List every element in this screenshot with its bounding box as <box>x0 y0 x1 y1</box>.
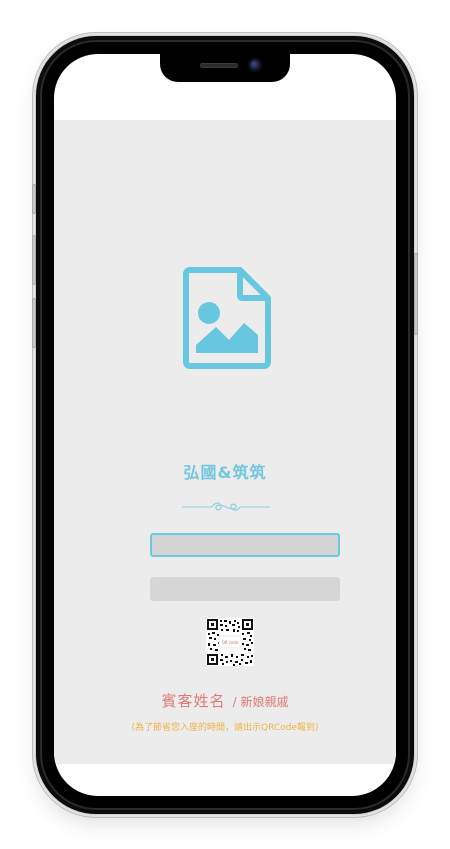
couple-names: 弘國&筑筑 <box>183 463 267 482</box>
phone-screen: 弘國&筑筑 QR code 賓客姓名 / 新娘親戚 (為了節省您入座的時間，請出… <box>54 54 396 796</box>
checkin-qr-code: QR code <box>206 618 254 666</box>
volume-up-button <box>32 235 36 285</box>
qr-center-text: QR code <box>222 640 239 645</box>
image-file-icon <box>183 267 271 369</box>
secondary-input[interactable] <box>150 577 340 601</box>
secondary-input-wrapper <box>150 577 340 601</box>
mute-switch <box>32 184 36 214</box>
guest-subtitle: / 新娘親戚 <box>232 695 289 709</box>
invitation-content: 弘國&筑筑 QR code 賓客姓名 / 新娘親戚 (為了節省您入座的時間，請出… <box>54 120 396 764</box>
power-button <box>414 253 418 335</box>
checkin-hint: (為了節省您入座的時間，請出示QRCode報到) <box>131 723 319 733</box>
guest-label: 賓客姓名 <box>161 692 226 710</box>
guest-name-input-wrapper <box>150 533 340 557</box>
front-camera <box>250 60 260 70</box>
guest-row: 賓客姓名 / 新娘親戚 <box>54 690 396 711</box>
speaker <box>200 63 238 68</box>
volume-down-button <box>32 298 36 348</box>
notch <box>160 54 290 82</box>
ornament-divider <box>182 502 270 511</box>
guest-name-input[interactable] <box>152 536 338 556</box>
phone-frame: 弘國&筑筑 QR code 賓客姓名 / 新娘親戚 (為了節省您入座的時間，請出… <box>32 36 418 814</box>
